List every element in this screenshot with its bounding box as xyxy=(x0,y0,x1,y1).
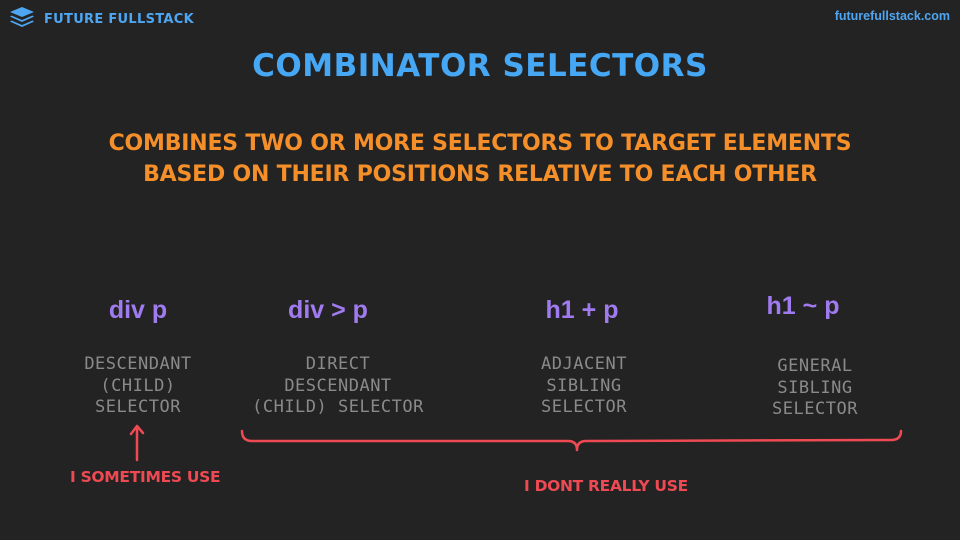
annotation-sometimes-use: I sometimes use xyxy=(70,468,221,486)
annotation-dont-really-use: I dont really use xyxy=(524,477,688,495)
slide: FUTURE FULLSTACK futurefullstack.com Com… xyxy=(0,0,960,540)
annotation-drawings xyxy=(129,424,903,462)
curly-brace-icon xyxy=(240,429,903,452)
up-arrow-icon xyxy=(129,424,145,462)
